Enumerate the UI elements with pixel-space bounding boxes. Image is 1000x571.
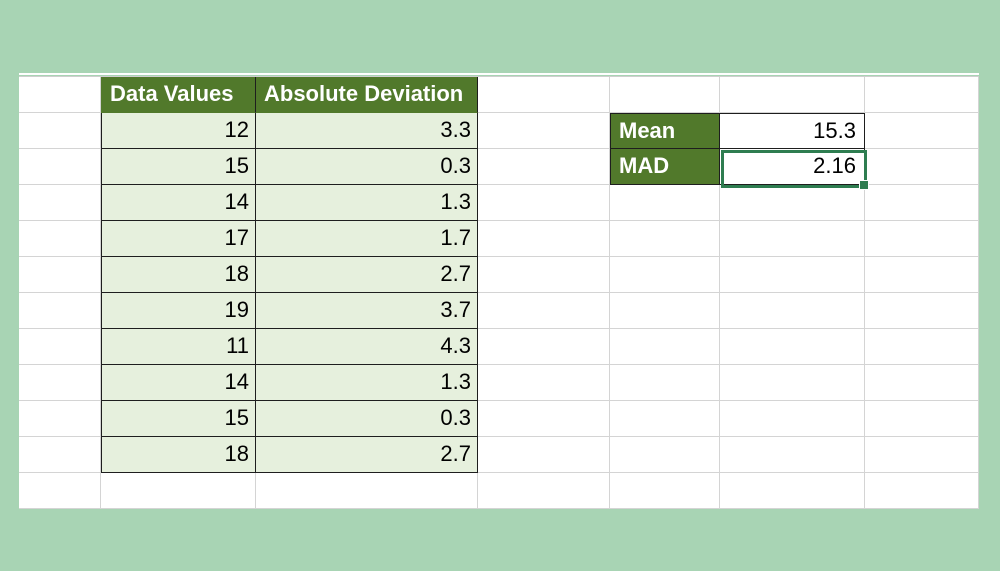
- data-value-cell[interactable]: 18: [101, 257, 256, 293]
- table-row: 14 1.3: [19, 185, 979, 221]
- cell-blank[interactable]: [865, 221, 979, 257]
- cell-blank[interactable]: [19, 401, 101, 437]
- cell-blank[interactable]: [720, 437, 865, 473]
- cell-blank[interactable]: [478, 329, 610, 365]
- cell-blank[interactable]: [865, 113, 979, 149]
- cell-blank[interactable]: [610, 77, 720, 113]
- table-row: 15 0.3 MAD 2.16: [19, 149, 979, 185]
- table-row: 14 1.3: [19, 365, 979, 401]
- cell-blank[interactable]: [865, 257, 979, 293]
- cell-blank[interactable]: [19, 365, 101, 401]
- data-value-cell[interactable]: 17: [101, 221, 256, 257]
- cell-blank[interactable]: [865, 185, 979, 221]
- cell-blank[interactable]: [720, 257, 865, 293]
- cell-blank[interactable]: [256, 473, 478, 509]
- cell-blank[interactable]: [865, 149, 979, 185]
- mad-label[interactable]: MAD: [610, 149, 720, 185]
- cell-blank[interactable]: [478, 293, 610, 329]
- cell-blank[interactable]: [478, 365, 610, 401]
- cell-blank[interactable]: [610, 221, 720, 257]
- cell-blank[interactable]: [720, 293, 865, 329]
- cell-blank[interactable]: [720, 185, 865, 221]
- cell-blank[interactable]: [478, 221, 610, 257]
- cell-blank[interactable]: [865, 329, 979, 365]
- cell-blank[interactable]: [865, 293, 979, 329]
- cell-blank[interactable]: [478, 437, 610, 473]
- cell-blank[interactable]: [478, 401, 610, 437]
- data-value-cell[interactable]: 18: [101, 437, 256, 473]
- cell-blank[interactable]: [610, 365, 720, 401]
- cell-blank[interactable]: [610, 329, 720, 365]
- mean-label[interactable]: Mean: [610, 113, 720, 149]
- table-row: 18 2.7: [19, 257, 979, 293]
- cell-blank[interactable]: [720, 329, 865, 365]
- cell-blank[interactable]: [610, 257, 720, 293]
- cell-blank[interactable]: [19, 185, 101, 221]
- data-value-cell[interactable]: 15: [101, 401, 256, 437]
- cell-blank[interactable]: [720, 401, 865, 437]
- cell-blank[interactable]: [478, 77, 610, 113]
- data-value-cell[interactable]: 15: [101, 149, 256, 185]
- grid[interactable]: Data Values Absolute Deviation 12 3.3 Me…: [19, 77, 979, 509]
- header-absolute-deviation[interactable]: Absolute Deviation: [256, 77, 478, 113]
- cell-blank[interactable]: [19, 77, 101, 113]
- cell-blank[interactable]: [865, 401, 979, 437]
- cell-blank[interactable]: [19, 221, 101, 257]
- data-value-cell[interactable]: 19: [101, 293, 256, 329]
- mad-value[interactable]: 2.16: [720, 149, 865, 185]
- cell-blank[interactable]: [720, 221, 865, 257]
- cell-blank[interactable]: [720, 473, 865, 509]
- spreadsheet-area[interactable]: Data Values Absolute Deviation 12 3.3 Me…: [19, 76, 979, 509]
- cell-blank[interactable]: [478, 113, 610, 149]
- table-row: 12 3.3 Mean 15.3: [19, 113, 979, 149]
- data-value-cell[interactable]: 12: [101, 113, 256, 149]
- cell-blank[interactable]: [478, 257, 610, 293]
- table-row: 17 1.7: [19, 221, 979, 257]
- table-row: 15 0.3: [19, 401, 979, 437]
- cell-blank[interactable]: [610, 437, 720, 473]
- cell-blank[interactable]: [720, 365, 865, 401]
- absdev-cell[interactable]: 0.3: [256, 149, 478, 185]
- cell-blank[interactable]: [610, 473, 720, 509]
- cell-blank[interactable]: [19, 329, 101, 365]
- cell-blank[interactable]: [478, 473, 610, 509]
- cell-blank[interactable]: [101, 473, 256, 509]
- header-data-values[interactable]: Data Values: [101, 77, 256, 113]
- data-value-cell[interactable]: 14: [101, 185, 256, 221]
- cell-blank[interactable]: [19, 473, 101, 509]
- absdev-cell[interactable]: 1.3: [256, 185, 478, 221]
- cell-blank[interactable]: [478, 149, 610, 185]
- cell-blank[interactable]: [19, 257, 101, 293]
- absdev-cell[interactable]: 2.7: [256, 257, 478, 293]
- cell-blank[interactable]: [610, 293, 720, 329]
- absdev-cell[interactable]: 3.3: [256, 113, 478, 149]
- absdev-cell[interactable]: 4.3: [256, 329, 478, 365]
- table-row: 11 4.3: [19, 329, 979, 365]
- table-row: 18 2.7: [19, 437, 979, 473]
- absdev-cell[interactable]: 3.7: [256, 293, 478, 329]
- cell-blank[interactable]: [720, 77, 865, 113]
- table-row: 19 3.7: [19, 293, 979, 329]
- cell-blank[interactable]: [610, 185, 720, 221]
- cell-blank[interactable]: [865, 77, 979, 113]
- cell-blank[interactable]: [610, 401, 720, 437]
- data-value-cell[interactable]: 11: [101, 329, 256, 365]
- header-row: Data Values Absolute Deviation: [19, 77, 979, 113]
- cell-blank[interactable]: [478, 185, 610, 221]
- absdev-cell[interactable]: 1.7: [256, 221, 478, 257]
- absdev-cell[interactable]: 0.3: [256, 401, 478, 437]
- cell-blank[interactable]: [19, 437, 101, 473]
- cell-blank[interactable]: [19, 293, 101, 329]
- cell-blank[interactable]: [865, 365, 979, 401]
- cell-blank[interactable]: [865, 473, 979, 509]
- mean-value[interactable]: 15.3: [720, 113, 865, 149]
- absdev-cell[interactable]: 1.3: [256, 365, 478, 401]
- cell-blank[interactable]: [19, 149, 101, 185]
- blank-row: [19, 473, 979, 509]
- data-value-cell[interactable]: 14: [101, 365, 256, 401]
- cell-blank[interactable]: [865, 437, 979, 473]
- cell-blank[interactable]: [19, 113, 101, 149]
- absdev-cell[interactable]: 2.7: [256, 437, 478, 473]
